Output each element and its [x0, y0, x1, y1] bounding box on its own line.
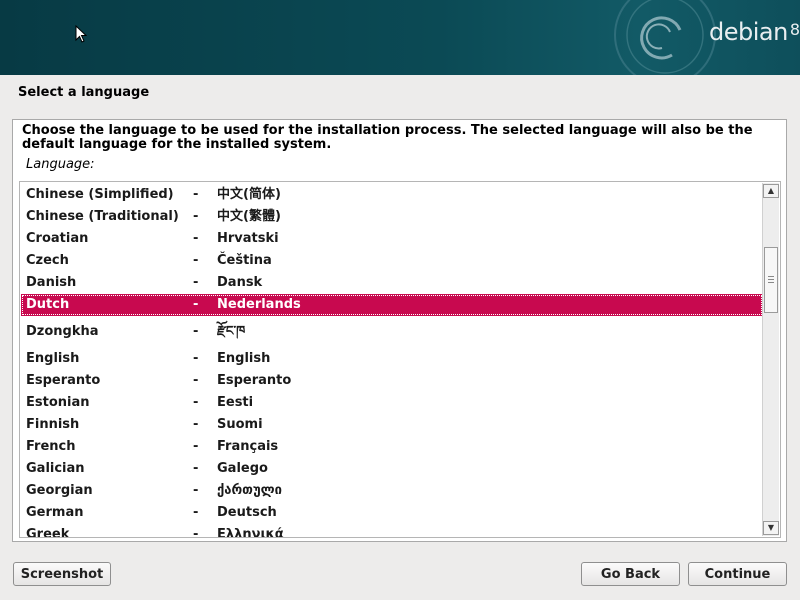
separator: - — [193, 461, 199, 476]
language-native-name: Eesti — [217, 395, 254, 410]
language-native-name: Dansk — [217, 275, 263, 290]
scrollbar-thumb[interactable] — [764, 247, 778, 313]
language-native-name: རྫོང་ཁ — [217, 324, 246, 339]
continue-button[interactable]: Continue — [688, 562, 787, 586]
language-list[interactable]: Chinese (Simplified) - 中文(简体) Chinese (Trad… — [19, 181, 781, 538]
list-scrollbar[interactable]: ▲ ▼ — [762, 183, 779, 536]
separator: - — [193, 324, 199, 339]
language-name: Chinese (Traditional) — [26, 209, 179, 224]
language-list-label: Language: — [26, 157, 95, 172]
separator: - — [193, 417, 199, 432]
language-row[interactable]: Chinese (Traditional) - 中文(繁體) — [21, 206, 763, 228]
language-row[interactable]: Estonian - Eesti — [21, 392, 763, 414]
language-native-name: Suomi — [217, 417, 263, 432]
language-name: Croatian — [26, 231, 89, 246]
language-name: German — [26, 505, 84, 520]
language-native-name: Deutsch — [217, 505, 277, 520]
language-native-name: ქართული — [217, 483, 282, 498]
separator: - — [193, 187, 199, 202]
separator: - — [193, 373, 199, 388]
instruction-text: Choose the language to be used for the i… — [22, 123, 753, 152]
screenshot-button[interactable]: Screenshot — [13, 562, 111, 586]
separator: - — [193, 209, 199, 224]
language-native-name: 中文(繁體) — [217, 209, 281, 224]
language-name: Esperanto — [26, 373, 101, 388]
language-native-name: Nederlands — [217, 297, 301, 312]
grip-line — [768, 276, 774, 277]
debian-logo: debian 8 — [709, 18, 800, 46]
language-row[interactable]: Galician - Galego — [21, 458, 763, 480]
language-name: Czech — [26, 253, 69, 268]
language-row[interactable]: Greek - Ελληνικά — [21, 524, 763, 538]
language-name: Finnish — [26, 417, 80, 432]
language-row[interactable]: German - Deutsch — [21, 502, 763, 524]
language-name: Danish — [26, 275, 77, 290]
language-name: Galician — [26, 461, 85, 476]
scroll-down-button[interactable]: ▼ — [763, 521, 779, 535]
language-rows: Chinese (Simplified) - 中文(简体) Chinese (Trad… — [21, 184, 763, 538]
chevron-down-icon: ▼ — [767, 523, 775, 532]
separator: - — [193, 439, 199, 454]
language-row[interactable]: Chinese (Simplified) - 中文(简体) — [21, 184, 763, 206]
language-native-name: English — [217, 351, 271, 366]
mouse-pointer-icon — [75, 25, 87, 43]
separator: - — [193, 297, 199, 312]
language-name: Chinese (Simplified) — [26, 187, 174, 202]
language-row[interactable]: Czech - Čeština — [21, 250, 763, 272]
language-native-name: 中文(简体) — [217, 187, 281, 202]
chevron-up-icon: ▲ — [767, 186, 775, 195]
language-row[interactable]: Dutch - Nederlands — [21, 294, 763, 316]
header-banner: debian 8 — [0, 0, 800, 75]
separator: - — [193, 253, 199, 268]
separator: - — [193, 275, 199, 290]
language-native-name: Français — [217, 439, 279, 454]
grip-line — [768, 282, 774, 283]
language-name: Dutch — [26, 297, 70, 312]
separator: - — [193, 351, 199, 366]
language-native-name: Čeština — [217, 253, 272, 268]
language-row[interactable]: Esperanto - Esperanto — [21, 370, 763, 392]
language-native-name: Hrvatski — [217, 231, 279, 246]
language-row[interactable]: Dzongkha - རྫོང་ཁ — [21, 316, 763, 348]
language-row[interactable]: Croatian - Hrvatski — [21, 228, 763, 250]
separator: - — [193, 483, 199, 498]
separator: - — [193, 395, 199, 410]
separator: - — [193, 527, 199, 538]
language-name: English — [26, 351, 80, 366]
grip-line — [768, 279, 774, 280]
language-native-name: Ελληνικά — [217, 527, 284, 538]
language-row[interactable]: Finnish - Suomi — [21, 414, 763, 436]
page-title: Select a language — [18, 85, 150, 100]
language-native-name: Esperanto — [217, 373, 292, 388]
language-name: Estonian — [26, 395, 90, 410]
language-native-name: Galego — [217, 461, 268, 476]
language-name: Greek — [26, 527, 70, 538]
separator: - — [193, 505, 199, 520]
language-row[interactable]: Georgian - ქართული — [21, 480, 763, 502]
language-row[interactable]: English - English — [21, 348, 763, 370]
language-row[interactable]: French - Français — [21, 436, 763, 458]
language-name: Dzongkha — [26, 324, 99, 339]
language-name: French — [26, 439, 76, 454]
language-row[interactable]: Danish - Dansk — [21, 272, 763, 294]
go-back-button[interactable]: Go Back — [581, 562, 680, 586]
scroll-up-button[interactable]: ▲ — [763, 184, 779, 198]
separator: - — [193, 231, 199, 246]
language-name: Georgian — [26, 483, 93, 498]
